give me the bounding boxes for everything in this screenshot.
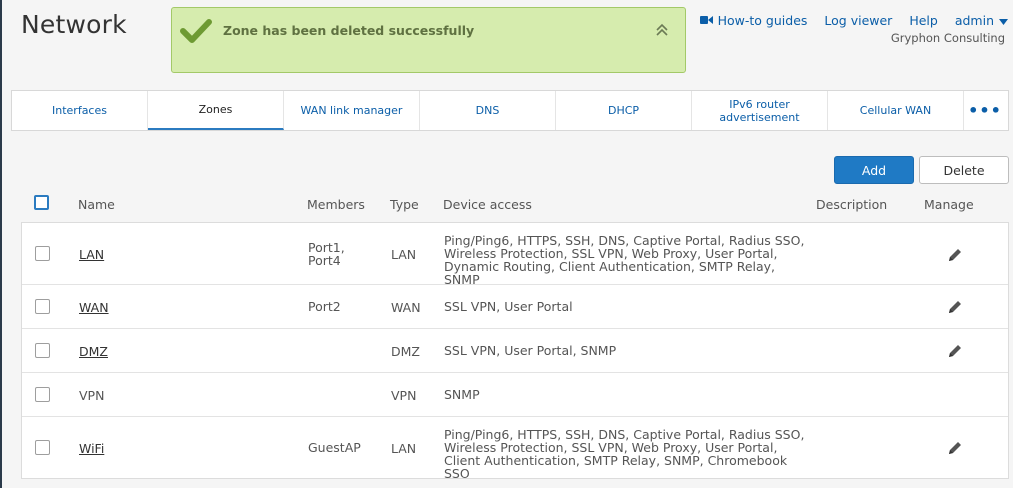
alert-message: Zone has been deleted successfully: [223, 23, 475, 38]
more-tabs-icon[interactable]: •••: [964, 91, 1006, 130]
tab-ipv6-router-advertisement[interactable]: IPv6 router advertisement: [692, 91, 828, 130]
page-title: Network: [21, 10, 127, 39]
tab-cellular-wan[interactable]: Cellular WAN: [828, 91, 964, 130]
help-link[interactable]: Help: [909, 13, 938, 28]
zone-name-link[interactable]: WAN: [79, 300, 109, 315]
zone-type: VPN: [391, 388, 417, 403]
admin-label: admin: [954, 13, 994, 28]
tab-bar: Interfaces Zones WAN link manager DNS DH…: [11, 90, 1009, 131]
zone-name-link[interactable]: WiFi: [79, 441, 104, 456]
table-row: LAN Port1, Port4 LAN Ping/Ping6, HTTPS, …: [22, 223, 1008, 287]
zones-table: LAN Port1, Port4 LAN Ping/Ping6, HTTPS, …: [21, 222, 1009, 481]
edit-icon[interactable]: [947, 247, 963, 266]
select-all-checkbox[interactable]: [34, 195, 49, 210]
row-checkbox[interactable]: [35, 343, 50, 358]
how-to-guides-link[interactable]: How-to guides: [699, 13, 808, 28]
column-header-device-access: Device access: [443, 197, 532, 212]
column-header-manage: Manage: [924, 197, 974, 212]
left-edge-bar: [0, 0, 2, 488]
zone-device-access: SSL VPN, User Portal: [444, 299, 573, 314]
table-row: DMZ DMZ SSL VPN, User Portal, SNMP: [22, 329, 1008, 373]
success-alert: Zone has been deleted successfully: [171, 7, 686, 73]
table-row: VPN VPN SNMP: [22, 373, 1008, 417]
zone-device-access: SSL VPN, User Portal, SNMP: [444, 343, 617, 358]
delete-button[interactable]: Delete: [919, 156, 1009, 184]
zone-name-link[interactable]: DMZ: [79, 344, 108, 359]
collapse-alert-icon[interactable]: [655, 22, 669, 41]
row-checkbox[interactable]: [35, 387, 50, 402]
edit-icon[interactable]: [947, 343, 963, 362]
log-viewer-link[interactable]: Log viewer: [824, 13, 892, 28]
tab-dns[interactable]: DNS: [420, 91, 556, 130]
how-to-guides-label: How-to guides: [717, 13, 808, 28]
zone-type: DMZ: [391, 344, 420, 359]
column-header-name: Name: [78, 197, 115, 212]
row-checkbox[interactable]: [35, 440, 50, 455]
tab-dhcp[interactable]: DHCP: [556, 91, 692, 130]
row-checkbox[interactable]: [35, 299, 50, 314]
tab-interfaces[interactable]: Interfaces: [12, 91, 148, 130]
zone-type: WAN: [391, 300, 421, 315]
edit-icon[interactable]: [947, 440, 963, 459]
column-header-members: Members: [307, 197, 365, 212]
company-name: Gryphon Consulting: [890, 31, 1005, 45]
tab-zones[interactable]: Zones: [148, 91, 284, 130]
zone-device-access: Ping/Ping6, HTTPS, SSH, DNS, Captive Por…: [444, 233, 805, 287]
tab-ipv6-label: IPv6 router advertisement: [719, 97, 800, 124]
row-checkbox[interactable]: [35, 246, 50, 261]
zone-members: GuestAP: [308, 440, 361, 455]
zone-members: Port2: [308, 299, 341, 314]
table-row: WiFi GuestAP LAN Ping/Ping6, HTTPS, SSH,…: [22, 417, 1008, 481]
column-header-description: Description: [816, 197, 888, 212]
zone-device-access: SNMP: [444, 387, 480, 402]
table-row: WAN Port2 WAN SSL VPN, User Portal: [22, 285, 1008, 329]
admin-menu[interactable]: admin: [955, 13, 1008, 28]
tab-wan-link-manager[interactable]: WAN link manager: [284, 91, 420, 130]
video-camera-icon: [699, 13, 713, 28]
edit-icon[interactable]: [947, 299, 963, 318]
column-header-type: Type: [390, 197, 419, 212]
checkmark-icon: [180, 18, 212, 48]
add-button[interactable]: Add: [834, 156, 914, 184]
caret-down-icon: [999, 13, 1008, 28]
zone-name-link[interactable]: LAN: [79, 247, 104, 262]
zone-device-access: Ping/Ping6, HTTPS, SSH, DNS, Captive Por…: [444, 427, 805, 481]
top-links: How-to guides Log viewer Help admin: [699, 13, 1008, 28]
zone-name: VPN: [79, 388, 105, 403]
zone-members: Port1, Port4: [308, 240, 345, 268]
zone-type: LAN: [391, 247, 417, 262]
zone-type: LAN: [391, 441, 417, 456]
